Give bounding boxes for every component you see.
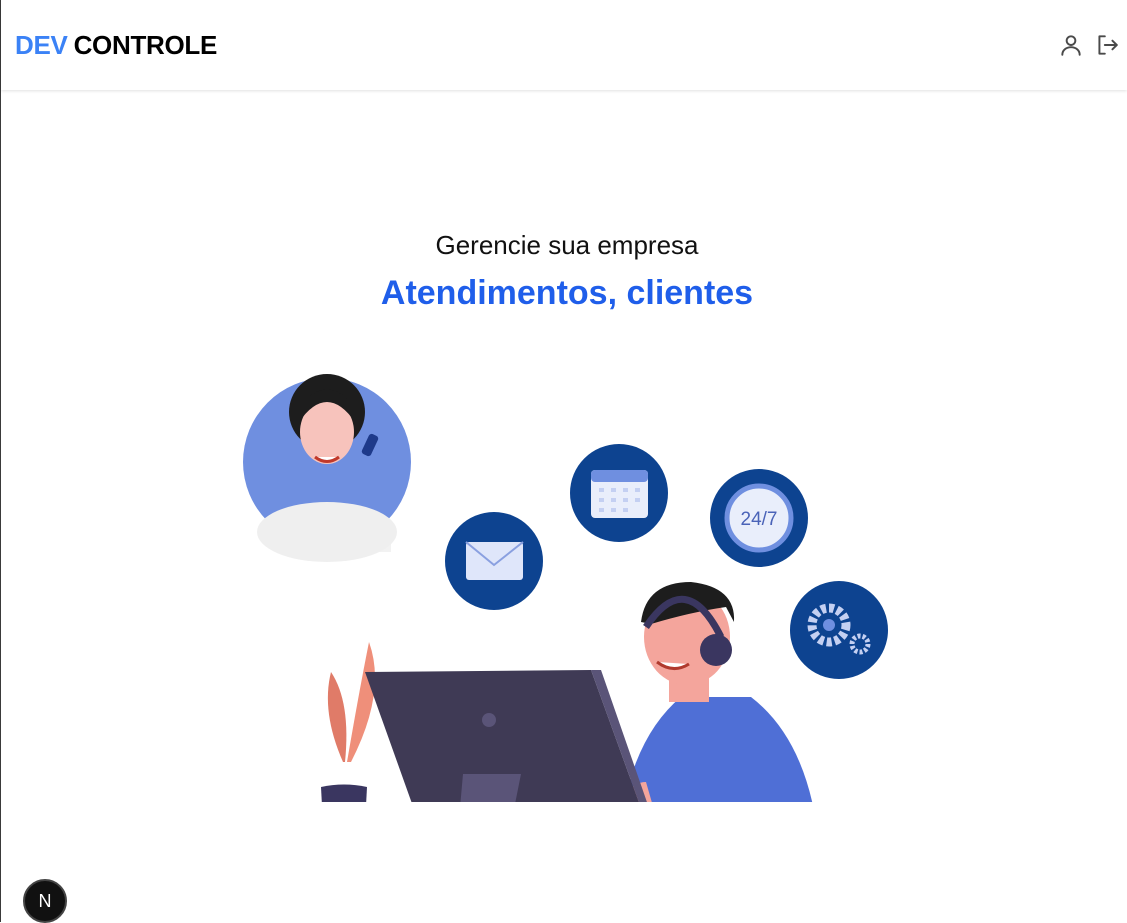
nextjs-dev-badge[interactable]: N	[23, 879, 67, 923]
plant-illustration	[321, 642, 375, 802]
hero-subtitle: Gerencie sua empresa	[435, 230, 699, 260]
user-icon	[1061, 35, 1081, 56]
customer-service-illustration: 24/7	[243, 374, 888, 802]
profile-button[interactable]	[1057, 31, 1085, 59]
woman-avatar-illustration	[243, 374, 411, 562]
computer-monitor-illustration	[365, 670, 647, 802]
logo-dev-text: DEV	[15, 29, 68, 60]
top-navbar: DEV CONTROLE	[1, 0, 1127, 90]
clock-24-7-bubble-icon: 24/7	[710, 469, 808, 567]
hero-title: Atendimentos, clientes	[380, 274, 754, 312]
app-logo[interactable]: DEV CONTROLE	[15, 30, 217, 61]
email-bubble-icon	[445, 512, 543, 610]
clock-label: 24/7	[741, 509, 778, 530]
logo-controle-text: CONTROLE	[73, 29, 218, 60]
header-actions	[1057, 31, 1121, 59]
logout-button[interactable]	[1093, 31, 1121, 59]
main-content: Gerencie sua empresa Atendimentos, clien…	[1, 90, 1127, 922]
gears-bubble-icon	[790, 581, 888, 679]
calendar-bubble-icon	[570, 444, 668, 542]
logout-icon	[1098, 35, 1118, 55]
